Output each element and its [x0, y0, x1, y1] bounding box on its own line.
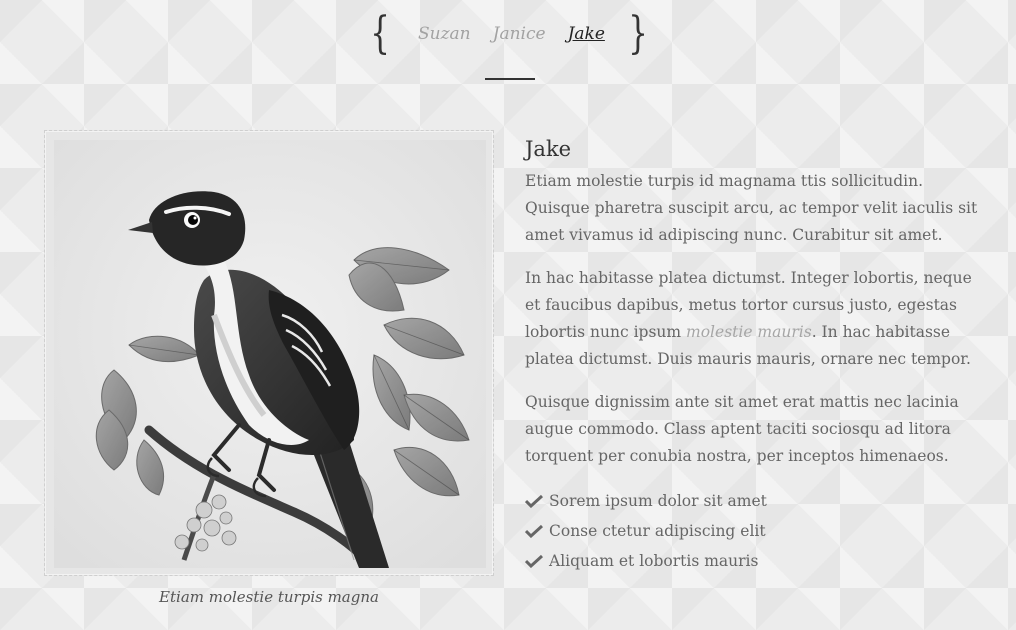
bird-illustration-icon [54, 140, 486, 568]
checklist-item-label: Conse ctetur adipiscing elit [549, 522, 766, 540]
paragraph-3: Quisque dignissim ante sit amet erat mat… [525, 393, 959, 465]
paragraph-2-link[interactable]: molestie mauris [686, 323, 812, 341]
profile-content: Jake Etiam molestie turpis id magnama tt… [525, 136, 985, 576]
check-icon [525, 524, 543, 538]
paragraph-1: Etiam molestie turpis id magnama ttis so… [525, 172, 978, 244]
checklist-item: Aliquam et lobortis mauris [525, 546, 985, 576]
nav-link-janice[interactable]: Janice [493, 22, 546, 46]
nav-link-jake[interactable]: Jake [568, 22, 605, 46]
checklist-item-label: Aliquam et lobortis mauris [549, 552, 759, 570]
right-brace: } [628, 8, 648, 59]
left-brace: { [370, 8, 390, 59]
check-icon [525, 554, 543, 568]
paragraph-2: In hac habitasse platea dictumst. Intege… [525, 265, 985, 373]
nav-links: Suzan Janice Jake [418, 22, 618, 46]
checklist: Sorem ipsum dolor sit amet Conse ctetur … [525, 486, 985, 576]
image-frame [44, 130, 494, 576]
checklist-item-label: Sorem ipsum dolor sit amet [549, 492, 767, 510]
profile-name: Jake [525, 137, 572, 161]
top-navigation: { Suzan Janice Jake } [0, 0, 1016, 90]
checklist-item: Sorem ipsum dolor sit amet [525, 486, 985, 516]
image-caption: Etiam molestie turpis magna [159, 588, 379, 606]
nav-divider [485, 78, 535, 80]
nav-link-suzan[interactable]: Suzan [418, 22, 471, 46]
check-icon [525, 494, 543, 508]
checklist-item: Conse ctetur adipiscing elit [525, 516, 985, 546]
